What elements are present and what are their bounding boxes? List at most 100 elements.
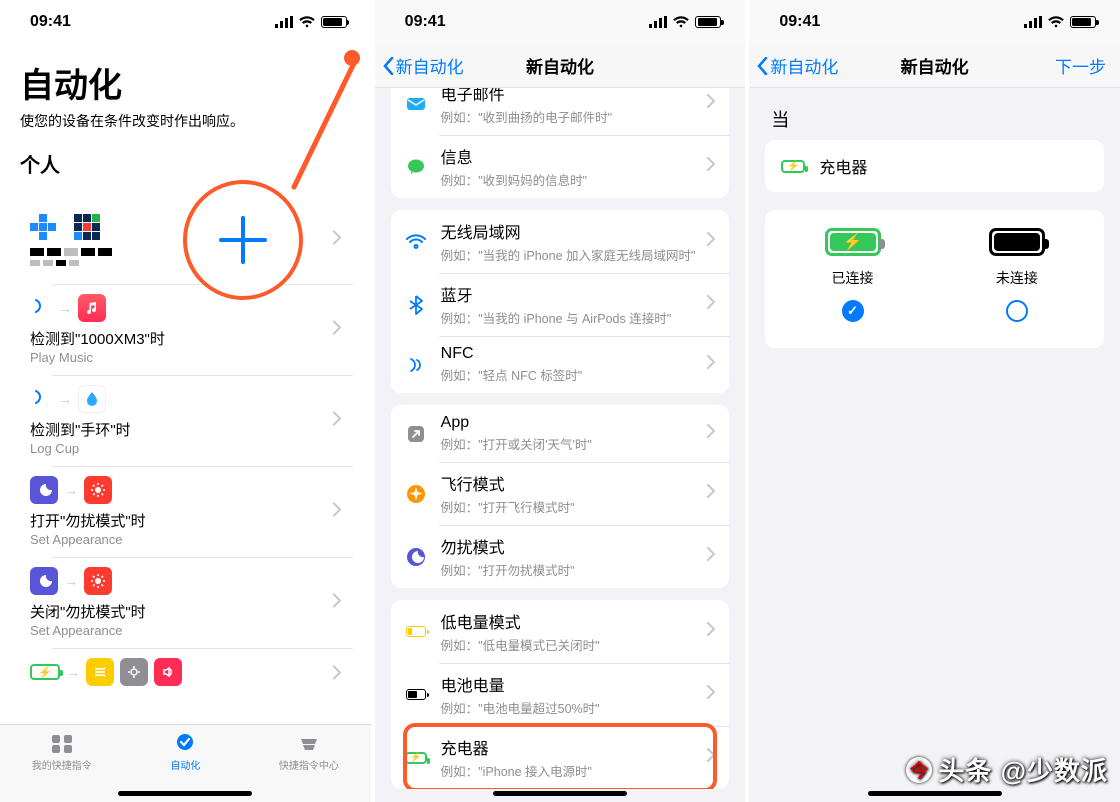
low-power-icon — [405, 621, 427, 643]
trigger-lowpower[interactable]: 低电量模式例如："低电量模式已关闭时" — [391, 600, 730, 663]
trigger-airplane[interactable]: 飞行模式例如："打开飞行模式时" — [391, 462, 730, 525]
status-time: 09:41 — [405, 13, 446, 31]
cellular-icon — [649, 16, 667, 28]
list-action-icon — [86, 658, 114, 686]
arrow-right-mini-icon: → — [64, 482, 78, 498]
screen-new-automation-triggers: 09:41 新自动化 新自动化 电子邮件例如："收到曲扬的电子邮件时" 信息例如… — [375, 0, 746, 802]
chevron-right-icon — [707, 295, 715, 314]
automation-list-scroll[interactable]: → 检测到"1000XM3"时 Play Music → 检测到"手环"时 — [0, 190, 371, 724]
cell-subtitle: Log Cup — [30, 441, 319, 456]
chevron-right-icon — [333, 320, 341, 339]
sun-icon — [84, 476, 112, 504]
tab-bar: 我的快捷指令 自动化 快捷指令中心 — [0, 724, 371, 802]
row-example: 例如："低电量模式已关闭时" — [441, 635, 708, 654]
when-label: 当 — [749, 88, 1120, 140]
waterdrop-app-icon — [78, 385, 106, 413]
row-example: 例如："打开或关闭'天气'时" — [441, 434, 708, 453]
arrow-right-mini-icon: → — [58, 391, 72, 407]
home-indicator[interactable] — [493, 791, 627, 796]
trigger-nfc[interactable]: NFC例如："轻点 NFC 标签时" — [391, 336, 730, 393]
chevron-right-icon — [333, 666, 341, 685]
automation-item-3[interactable]: → 打开"勿扰模式"时 Set Appearance — [18, 466, 353, 557]
row-example: 例如："收到曲扬的电子邮件时" — [441, 107, 708, 126]
cell-subtitle: Play Music — [30, 350, 319, 365]
row-title: 充电器 — [441, 735, 708, 759]
nav-bar: 新自动化 新自动化 下一步 — [749, 44, 1120, 88]
battery-level-icon — [405, 684, 427, 706]
wifi-icon — [673, 16, 689, 28]
battery-charging-icon: ⚡ — [825, 228, 881, 256]
trigger-message[interactable]: 信息例如："收到妈妈的信息时" — [391, 135, 730, 198]
trigger-scroll[interactable]: 电子邮件例如："收到曲扬的电子邮件时" 信息例如："收到妈妈的信息时" 无线局域… — [375, 88, 746, 802]
sound-action-icon — [154, 658, 182, 686]
arrow-right-mini-icon: → — [64, 573, 78, 589]
cell-subtitle: Set Appearance — [30, 532, 319, 547]
trigger-dnd[interactable]: 勿扰模式例如："打开勿扰模式时" — [391, 525, 730, 588]
row-title: 蓝牙 — [441, 282, 708, 306]
settings-action-icon — [120, 658, 148, 686]
status-icons — [275, 16, 347, 28]
automation-item-2[interactable]: → 检测到"手环"时 Log Cup — [18, 375, 353, 466]
cellular-icon — [1024, 16, 1042, 28]
moon-icon — [30, 476, 58, 504]
nav-bar: 新自动化 新自动化 — [375, 44, 746, 88]
trigger-charger[interactable]: ⚡ 充电器例如："iPhone 接入电源时" — [391, 726, 730, 789]
status-icons — [1024, 16, 1096, 28]
bluetooth-icon — [30, 386, 52, 413]
cell-title: 检测到"手环"时 — [30, 419, 319, 440]
bluetooth-icon — [405, 294, 427, 316]
tab-label: 自动化 — [170, 757, 200, 772]
row-example: 例如："收到妈妈的信息时" — [441, 170, 708, 189]
back-label: 新自动化 — [396, 53, 464, 78]
arrow-right-mini-icon: → — [58, 300, 72, 316]
next-button[interactable]: 下一步 — [1055, 53, 1106, 78]
radio-unselected-icon[interactable] — [1006, 300, 1028, 322]
row-example: 例如："iPhone 接入电源时" — [441, 761, 708, 780]
status-icons — [649, 16, 721, 28]
trigger-name: 充电器 — [819, 154, 867, 178]
row-title: 低电量模式 — [441, 609, 708, 633]
options-card: ⚡ 已连接 未连接 — [765, 210, 1104, 348]
arrow-right-mini-icon: → — [66, 664, 80, 680]
option-disconnected[interactable]: 未连接 — [940, 228, 1094, 322]
plus-icon[interactable] — [215, 212, 271, 268]
watermark-logo-icon: 今 — [906, 757, 932, 783]
moon-icon — [405, 546, 427, 568]
status-bar: 09:41 — [749, 0, 1120, 44]
home-indicator[interactable] — [118, 791, 252, 796]
tab-gallery[interactable]: 快捷指令中心 — [247, 725, 371, 802]
battery-icon — [321, 16, 347, 28]
trigger-battery-level[interactable]: 电池电量例如："电池电量超过50%时" — [391, 663, 730, 726]
automation-item-1[interactable]: → 检测到"1000XM3"时 Play Music — [18, 284, 353, 375]
option-label: 未连接 — [996, 268, 1038, 288]
nav-title: 新自动化 — [526, 53, 594, 78]
home-indicator[interactable] — [868, 791, 1002, 796]
back-button[interactable]: 新自动化 — [757, 53, 838, 78]
gallery-tab-icon — [297, 733, 321, 755]
app-icon — [405, 423, 427, 445]
charger-icon: ⚡ — [781, 160, 805, 173]
option-connected[interactable]: ⚡ 已连接 — [775, 228, 929, 322]
chevron-right-icon — [333, 593, 341, 612]
row-title: 信息 — [441, 144, 708, 168]
chevron-left-icon — [757, 57, 768, 75]
row-title: 勿扰模式 — [441, 534, 708, 558]
row-example: 例如："当我的 iPhone 加入家庭无线局域网时" — [441, 245, 708, 264]
status-bar: 09:41 — [375, 0, 746, 44]
automation-item-5[interactable]: ⚡ → — [18, 648, 353, 702]
trigger-bluetooth[interactable]: 蓝牙例如："当我的 iPhone 与 AirPods 连接时" — [391, 273, 730, 336]
trigger-wifi[interactable]: 无线局域网例如："当我的 iPhone 加入家庭无线局域网时" — [391, 210, 730, 273]
chevron-right-icon — [707, 94, 715, 113]
chevron-right-icon — [707, 484, 715, 503]
radio-selected-icon[interactable] — [842, 300, 864, 322]
row-title: 飞行模式 — [441, 471, 708, 495]
automation-item-4[interactable]: → 关闭"勿扰模式"时 Set Appearance — [18, 557, 353, 648]
annotation-pointer-dot — [344, 50, 360, 66]
back-button[interactable]: 新自动化 — [383, 53, 464, 78]
chevron-left-icon — [383, 57, 394, 75]
trigger-email[interactable]: 电子邮件例如："收到曲扬的电子邮件时" — [391, 88, 730, 135]
tab-shortcuts[interactable]: 我的快捷指令 — [0, 725, 124, 802]
cell-title: 打开"勿扰模式"时 — [30, 510, 319, 531]
nfc-icon — [405, 354, 427, 376]
trigger-app[interactable]: App例如："打开或关闭'天气'时" — [391, 405, 730, 462]
